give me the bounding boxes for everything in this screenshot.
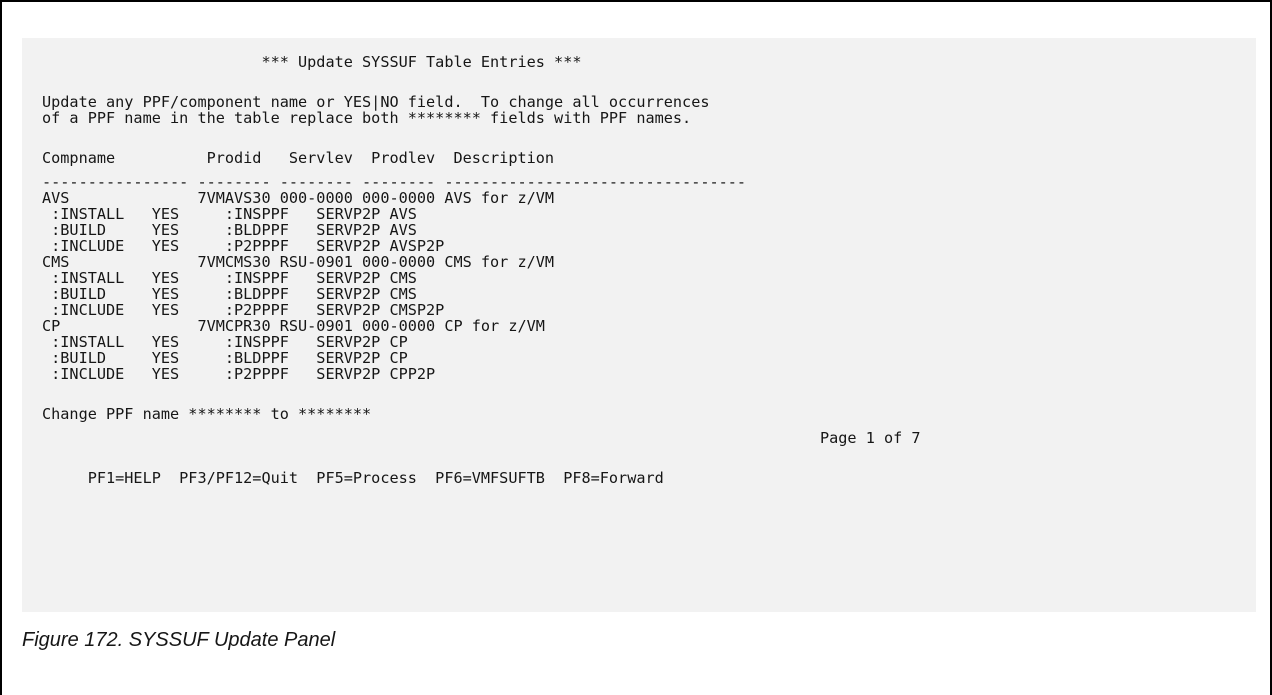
column-header: Compname Prodid Servlev Prodlev Descript… xyxy=(42,149,555,167)
table-row[interactable]: :INSTALL YES :INSPPF SERVP2P AVS xyxy=(42,206,417,222)
table-row[interactable]: :INSTALL YES :INSPPF SERVP2P CP xyxy=(42,334,408,350)
page-indicator: Page 1 of 7 xyxy=(820,429,921,447)
table-row[interactable]: :INCLUDE YES :P2PPPF SERVP2P CPP2P xyxy=(42,366,435,382)
table-row[interactable]: AVS 7VMAVS30 000-0000 000-0000 AVS for z… xyxy=(42,190,554,206)
table-row[interactable]: :INCLUDE YES :P2PPPF SERVP2P AVSP2P xyxy=(42,238,444,254)
table-row[interactable]: :BUILD YES :BLDPPF SERVP2P AVS xyxy=(42,222,417,238)
table-row[interactable]: CP 7VMCPR30 RSU-0901 000-0000 CP for z/V… xyxy=(42,318,545,334)
table-row[interactable]: :BUILD YES :BLDPPF SERVP2P CP xyxy=(42,350,408,366)
instruction-line-1: Update any PPF/component name or YES|NO … xyxy=(42,93,710,111)
terminal-screen: *** Update SYSSUF Table Entries *** Upda… xyxy=(22,38,1256,612)
pf-key-bar[interactable]: PF1=HELP PF3/PF12=Quit PF5=Process PF6=V… xyxy=(42,470,664,486)
instruction-line-2: of a PPF name in the table replace both … xyxy=(42,109,692,127)
panel-title: *** Update SYSSUF Table Entries *** xyxy=(42,53,582,71)
table-row[interactable]: CMS 7VMCMS30 RSU-0901 000-0000 CMS for z… xyxy=(42,254,554,270)
column-rule: ---------------- -------- -------- -----… xyxy=(42,173,747,191)
change-ppf-field[interactable]: Change PPF name ******** to ******** xyxy=(42,406,371,422)
table-row[interactable]: :INCLUDE YES :P2PPPF SERVP2P CMSP2P xyxy=(42,302,444,318)
figure-caption: Figure 172. SYSSUF Update Panel xyxy=(22,629,336,651)
table-row[interactable]: :INSTALL YES :INSPPF SERVP2P CMS xyxy=(42,270,417,286)
table-row[interactable]: :BUILD YES :BLDPPF SERVP2P CMS xyxy=(42,286,417,302)
